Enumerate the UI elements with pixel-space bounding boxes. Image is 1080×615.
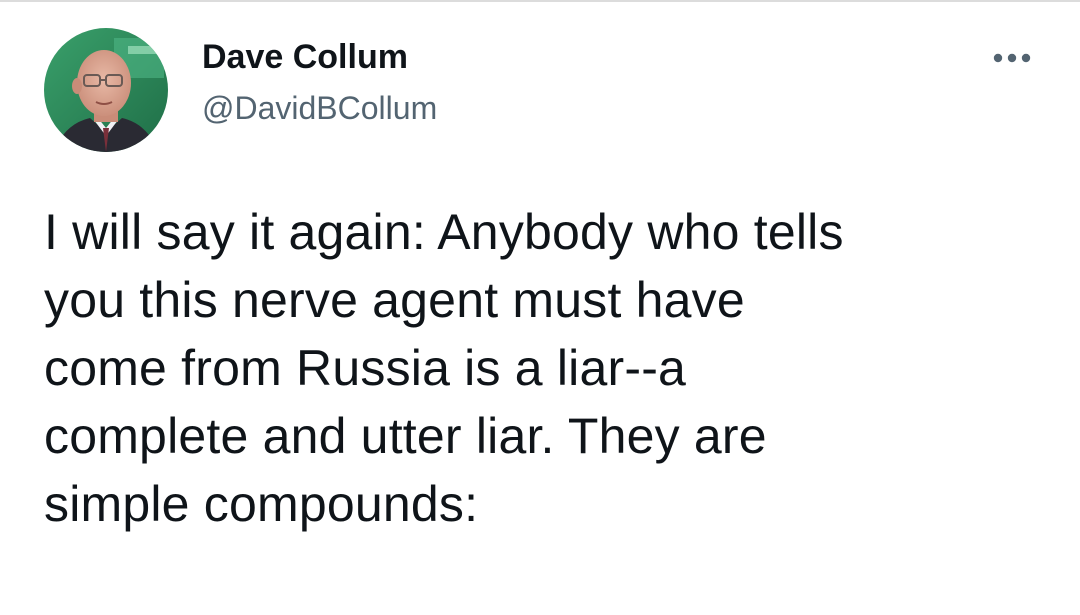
more-options-button[interactable]	[980, 40, 1044, 76]
more-horizontal-icon	[993, 53, 1031, 63]
author-display-name[interactable]: Dave Collum	[202, 38, 408, 77]
tweet-text: I will say it again: Anybody who tells y…	[44, 204, 844, 532]
avatar-image	[44, 28, 168, 152]
avatar[interactable]	[44, 28, 168, 152]
author-handle[interactable]: @DavidBCollum	[202, 90, 437, 127]
tweet-card[interactable]: Dave Collum @DavidBCollum I will say it …	[0, 0, 1080, 615]
